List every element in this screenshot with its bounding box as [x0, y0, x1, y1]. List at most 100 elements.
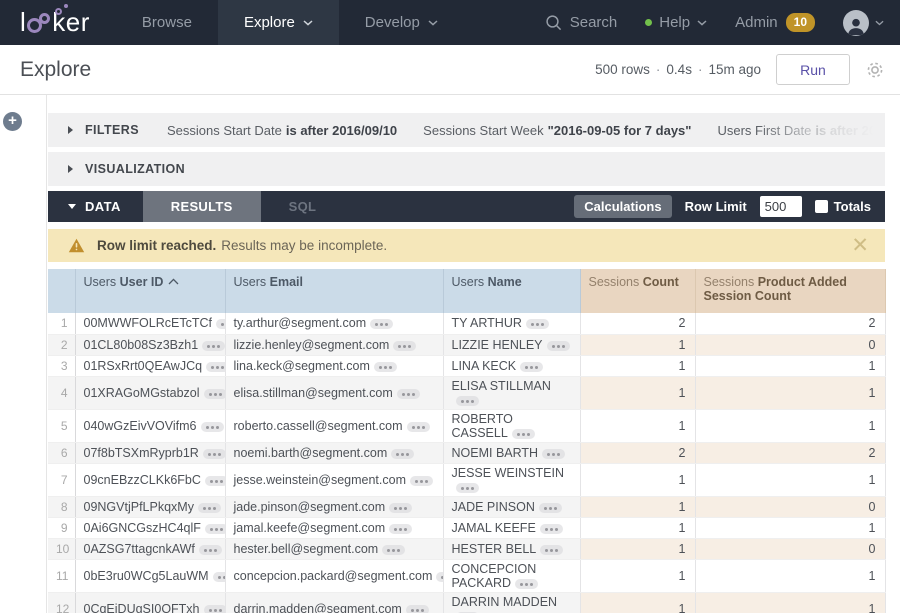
- cell-name[interactable]: TY ARTHUR: [443, 313, 580, 334]
- cell-menu-icon[interactable]: [389, 503, 412, 513]
- cell-email[interactable]: jamal.keefe@segment.com: [225, 517, 443, 538]
- tab-sql[interactable]: SQL: [261, 191, 345, 222]
- cell-email[interactable]: lina.keck@segment.com: [225, 355, 443, 376]
- cell-product-added-session-count[interactable]: 1: [695, 592, 885, 613]
- cell-menu-icon[interactable]: [406, 605, 429, 613]
- cell-menu-icon[interactable]: [397, 389, 420, 399]
- filter-item[interactable]: Sessions Start Dateis after 2016/09/10: [167, 123, 397, 138]
- filter-item[interactable]: Users First Dateis after 2016/09/10: [717, 123, 885, 138]
- cell-name[interactable]: JESSE WEINSTEIN: [443, 463, 580, 496]
- cell-menu-icon[interactable]: [540, 545, 563, 555]
- cell-menu-icon[interactable]: [520, 362, 543, 372]
- cell-name[interactable]: DARRIN MADDEN: [443, 592, 580, 613]
- cell-menu-icon[interactable]: [410, 476, 433, 486]
- add-button[interactable]: +: [3, 112, 22, 131]
- cell-product-added-session-count[interactable]: 1: [695, 355, 885, 376]
- nav-item-explore[interactable]: Explore: [218, 0, 339, 45]
- cell-menu-icon[interactable]: [202, 341, 225, 351]
- search-button[interactable]: Search: [545, 14, 618, 31]
- cell-menu-icon[interactable]: [456, 396, 479, 406]
- cell-menu-icon[interactable]: [204, 389, 225, 399]
- cell-user-id[interactable]: 0Ai6GNCGszHC4qlF: [75, 517, 225, 538]
- user-menu[interactable]: [843, 10, 884, 36]
- column-header-email[interactable]: Users Email: [225, 269, 443, 313]
- column-header-name[interactable]: Users Name: [443, 269, 580, 313]
- cell-product-added-session-count[interactable]: 1: [695, 559, 885, 592]
- help-menu[interactable]: Help: [645, 14, 707, 31]
- cell-menu-icon[interactable]: [391, 449, 414, 459]
- calculations-button[interactable]: Calculations: [574, 195, 671, 218]
- nav-item-develop[interactable]: Develop: [339, 0, 464, 45]
- cell-email[interactable]: hester.bell@segment.com: [225, 538, 443, 559]
- cell-name[interactable]: NOEMI BARTH: [443, 442, 580, 463]
- cell-user-id[interactable]: 07f8bTSXmRyprb1R: [75, 442, 225, 463]
- cell-name[interactable]: LIZZIE HENLEY: [443, 334, 580, 355]
- cell-menu-icon[interactable]: [216, 319, 225, 329]
- cell-email[interactable]: jesse.weinstein@segment.com: [225, 463, 443, 496]
- row-limit-input[interactable]: [760, 196, 802, 217]
- cell-menu-icon[interactable]: [456, 483, 479, 493]
- cell-sessions-count[interactable]: 1: [580, 517, 695, 538]
- cell-email[interactable]: roberto.cassell@segment.com: [225, 409, 443, 442]
- cell-email[interactable]: noemi.barth@segment.com: [225, 442, 443, 463]
- visualization-section-bar[interactable]: VISUALIZATION: [48, 152, 885, 186]
- cell-menu-icon[interactable]: [201, 422, 224, 432]
- cell-sessions-count[interactable]: 1: [580, 376, 695, 409]
- cell-name[interactable]: CONCEPCION PACKARD: [443, 559, 580, 592]
- cell-product-added-session-count[interactable]: 2: [695, 313, 885, 334]
- cell-name[interactable]: ELISA STILLMAN: [443, 376, 580, 409]
- cell-sessions-count[interactable]: 1: [580, 559, 695, 592]
- cell-name[interactable]: ROBERTO CASSELL: [443, 409, 580, 442]
- cell-email[interactable]: elisa.stillman@segment.com: [225, 376, 443, 409]
- cell-menu-icon[interactable]: [206, 362, 225, 372]
- cell-name[interactable]: JADE PINSON: [443, 496, 580, 517]
- cell-user-id[interactable]: 040wGzEivVOVifm6: [75, 409, 225, 442]
- cell-user-id[interactable]: 0CqEiDUgSI0OFTxh: [75, 592, 225, 613]
- cell-menu-icon[interactable]: [393, 341, 416, 351]
- cell-menu-icon[interactable]: [198, 503, 221, 513]
- cell-product-added-session-count[interactable]: 0: [695, 334, 885, 355]
- cell-product-added-session-count[interactable]: 1: [695, 376, 885, 409]
- cell-menu-icon[interactable]: [526, 319, 549, 329]
- run-button[interactable]: Run: [776, 54, 850, 85]
- cell-email[interactable]: lizzie.henley@segment.com: [225, 334, 443, 355]
- close-icon[interactable]: ✕: [851, 235, 869, 256]
- cell-product-added-session-count[interactable]: 0: [695, 496, 885, 517]
- cell-email[interactable]: darrin.madden@segment.com: [225, 592, 443, 613]
- cell-product-added-session-count[interactable]: 1: [695, 463, 885, 496]
- cell-sessions-count[interactable]: 1: [580, 463, 695, 496]
- cell-user-id[interactable]: 01XRAGoMGstabzol: [75, 376, 225, 409]
- column-header-user-id[interactable]: Users User ID: [75, 269, 225, 313]
- cell-email[interactable]: jade.pinson@segment.com: [225, 496, 443, 517]
- cell-email[interactable]: concepcion.packard@segment.com: [225, 559, 443, 592]
- cell-user-id[interactable]: 0bE3ru0WCg5LauWM: [75, 559, 225, 592]
- cell-product-added-session-count[interactable]: 2: [695, 442, 885, 463]
- cell-menu-icon[interactable]: [515, 579, 538, 589]
- filters-section-bar[interactable]: FILTERS Sessions Start Dateis after 2016…: [48, 113, 885, 147]
- column-header-sessions-count[interactable]: Sessions Count: [580, 269, 695, 313]
- cell-sessions-count[interactable]: 2: [580, 313, 695, 334]
- cell-sessions-count[interactable]: 1: [580, 592, 695, 613]
- cell-menu-icon[interactable]: [540, 524, 563, 534]
- column-header-product-added-session-count[interactable]: Sessions Product Added Session Count: [695, 269, 885, 313]
- data-section-toggle[interactable]: DATA: [48, 191, 143, 222]
- cell-user-id[interactable]: 01CL80b08Sz3Bzh1: [75, 334, 225, 355]
- cell-menu-icon[interactable]: [199, 545, 222, 555]
- filter-item[interactable]: Sessions Start Week"2016-09-05 for 7 day…: [423, 123, 691, 138]
- cell-sessions-count[interactable]: 1: [580, 496, 695, 517]
- cell-menu-icon[interactable]: [204, 605, 225, 613]
- cell-user-id[interactable]: 00MWWFOLRcETcTCf: [75, 313, 225, 334]
- admin-menu[interactable]: Admin 10: [735, 13, 815, 32]
- cell-name[interactable]: JAMAL KEEFE: [443, 517, 580, 538]
- cell-menu-icon[interactable]: [382, 545, 405, 555]
- cell-menu-icon[interactable]: [389, 524, 412, 534]
- cell-product-added-session-count[interactable]: 0: [695, 538, 885, 559]
- nav-item-browse[interactable]: Browse: [116, 0, 218, 45]
- cell-product-added-session-count[interactable]: 1: [695, 409, 885, 442]
- cell-email[interactable]: ty.arthur@segment.com: [225, 313, 443, 334]
- looker-logo[interactable]: lker: [0, 0, 116, 45]
- tab-results[interactable]: RESULTS: [143, 191, 261, 222]
- cell-product-added-session-count[interactable]: 1: [695, 517, 885, 538]
- cell-menu-icon[interactable]: [205, 524, 225, 534]
- cell-menu-icon[interactable]: [547, 341, 570, 351]
